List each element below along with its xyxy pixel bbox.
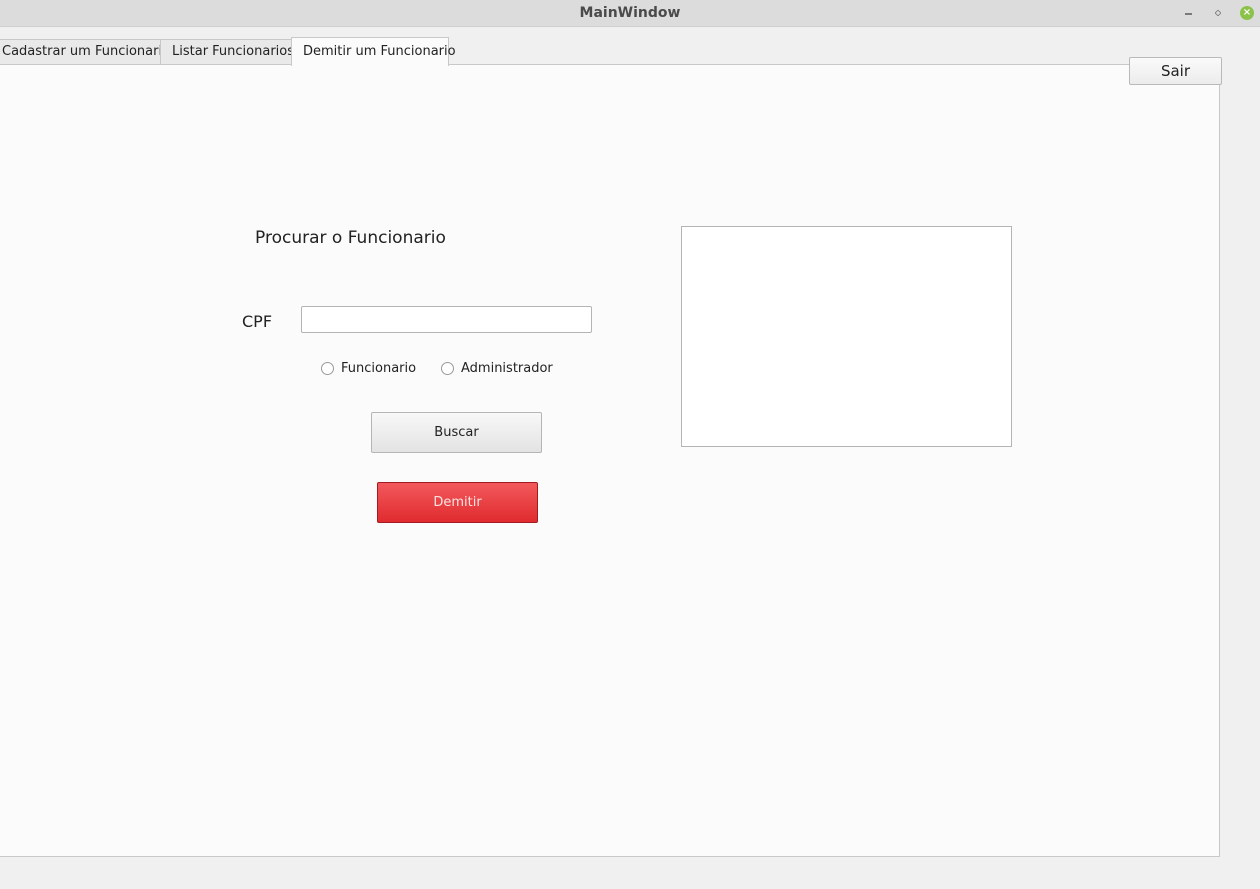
radio-circle-icon [441, 361, 454, 375]
radio-circle-icon [321, 361, 334, 375]
radio-funcionario[interactable]: Funcionario [321, 359, 416, 377]
main-window: MainWindow × Cadastrar um Funcionario Li… [0, 0, 1260, 889]
radio-administrador[interactable]: Administrador [441, 359, 553, 377]
tab-panel-demitir [0, 64, 1220, 857]
maximize-icon [1214, 9, 1222, 17]
tab-listar[interactable]: Listar Funcionarios [160, 39, 294, 65]
maximize-button[interactable] [1211, 6, 1225, 20]
minimize-icon [1184, 13, 1192, 15]
dismiss-button[interactable]: Demitir [377, 482, 538, 523]
title-bar: MainWindow × [0, 0, 1260, 27]
window-title: MainWindow [579, 5, 681, 21]
form-heading: Procurar o Funcionario [255, 228, 446, 248]
tab-demitir[interactable]: Demitir um Funcionario [291, 37, 456, 66]
cpf-label: CPF [242, 312, 273, 331]
tab-bar: Cadastrar um Funcionario Listar Funciona… [0, 37, 1260, 66]
exit-button[interactable]: Sair [1129, 57, 1222, 85]
minimize-button[interactable] [1181, 6, 1195, 20]
tab-cadastrar[interactable]: Cadastrar um Funcionario [0, 39, 170, 65]
cpf-input[interactable] [301, 306, 592, 333]
search-button[interactable]: Buscar [371, 412, 542, 453]
result-display-box [681, 226, 1012, 447]
radio-administrador-label: Administrador [461, 360, 553, 376]
radio-funcionario-label: Funcionario [341, 360, 417, 376]
close-icon: × [1240, 6, 1254, 20]
close-button[interactable]: × [1240, 6, 1254, 20]
